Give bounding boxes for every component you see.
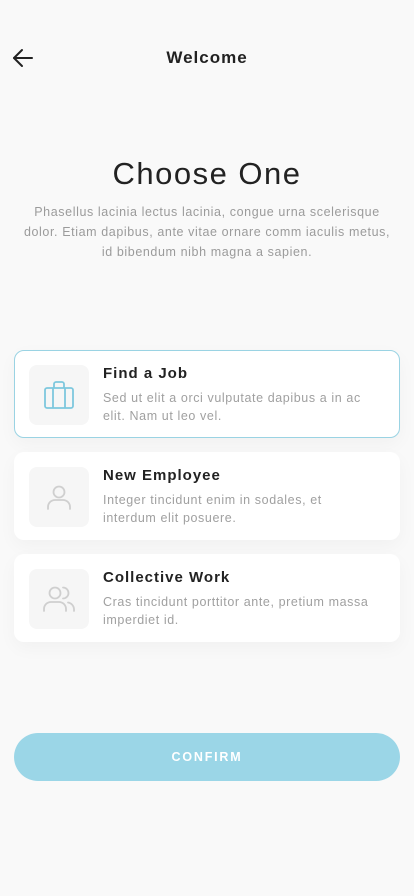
briefcase-icon xyxy=(44,381,74,409)
user-icon xyxy=(47,485,71,510)
option-find-a-job[interactable]: Find a Job Sed ut elit a orci vulputate … xyxy=(14,350,400,438)
option-title: Collective Work xyxy=(103,569,231,586)
option-description: Sed ut elit a orci vulputate dapibus a i… xyxy=(103,391,361,423)
option-list: Find a Job Sed ut elit a orci vulputate … xyxy=(14,350,400,656)
option-title: New Employee xyxy=(103,467,221,484)
header: Welcome xyxy=(0,34,414,80)
confirm-button-label: CONFIRM xyxy=(171,750,243,764)
users-icon xyxy=(43,586,75,612)
option-title: Find a Job xyxy=(103,365,188,382)
option-icon-container xyxy=(29,365,89,425)
welcome-screen: Welcome Choose One Phasellus lacinia lec… xyxy=(0,0,414,896)
option-description: Cras tincidunt porttitor ante, pretium m… xyxy=(103,595,369,627)
option-new-employee[interactable]: New Employee Integer tincidunt enim in s… xyxy=(14,452,400,540)
subtitle: Phasellus lacinia lectus lacinia, congue… xyxy=(23,205,391,259)
headline: Choose One xyxy=(112,156,302,191)
option-collective-work[interactable]: Collective Work Cras tincidunt porttitor… xyxy=(14,554,400,642)
option-icon-container xyxy=(29,569,89,629)
page-title: Welcome xyxy=(166,48,248,67)
confirm-button[interactable]: CONFIRM xyxy=(14,733,400,781)
option-icon-container xyxy=(29,467,89,527)
option-description: Integer tincidunt enim in sodales, et in… xyxy=(103,493,322,525)
